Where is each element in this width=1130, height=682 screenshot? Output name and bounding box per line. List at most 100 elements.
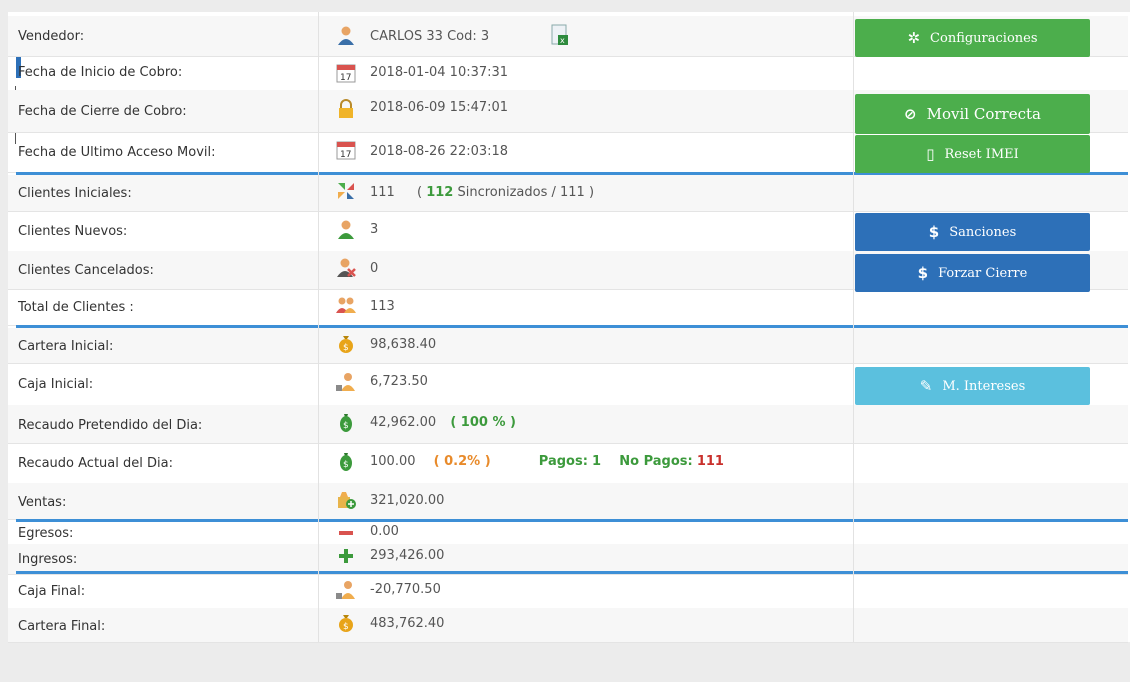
no-pagos-count: 111 [696, 454, 724, 469]
sales-icon [338, 492, 356, 509]
calendar-icon: 17 [336, 64, 356, 83]
vendedor-value: CARLOS 33 Cod: 3 [370, 29, 490, 44]
clientes-iniciales-count: 111 [370, 185, 395, 200]
label-ventas: Ventas: [18, 495, 67, 510]
users-icon [336, 297, 356, 313]
label-egresos: Egresos: [18, 526, 74, 541]
plus-icon [339, 549, 353, 563]
gear-icon: ✲ [907, 29, 921, 47]
row-total-clientes: Total de Clientes : 113 [8, 289, 1128, 326]
dollar-icon: $ [928, 223, 940, 241]
recaudo-pretendido-percent: ( 100 % ) [450, 415, 516, 430]
row-cartera-inicial: Cartera Inicial: $ 98,638.40 [8, 328, 1128, 364]
label-clientes-nuevos: Clientes Nuevos: [18, 224, 128, 239]
sync-text: Sincronizados / 111 ) [457, 185, 595, 200]
fecha-cierre-value: 2018-06-09 15:47:01 [370, 100, 509, 115]
mobile-icon: ▯ [926, 145, 935, 163]
forzar-cierre-button[interactable]: $ Forzar Cierre [855, 254, 1090, 292]
reset-imei-button[interactable]: ▯ Reset IMEI [855, 135, 1090, 173]
recaudo-actual-percent: ( 0.2% ) [433, 454, 491, 469]
fecha-inicio-value: 2018-01-04 10:37:31 [370, 65, 509, 80]
svg-text:$: $ [343, 421, 349, 431]
lock-icon [339, 99, 353, 118]
configuraciones-button[interactable]: ✲ Configuraciones [855, 19, 1090, 57]
label-recaudo-actual: Recaudo Actual del Dia: [18, 456, 173, 471]
label-cartera-final: Cartera Final: [18, 619, 106, 634]
sanciones-label: Sanciones [949, 224, 1017, 240]
intereses-button[interactable]: ✎ M. Intereses [855, 367, 1090, 405]
user-icon [338, 220, 354, 239]
ventas-value: 321,020.00 [370, 493, 445, 508]
row-ventas: Ventas: 321,020.00 [8, 483, 1128, 520]
egresos-value: 0.00 [370, 524, 399, 539]
money-bag-icon: $ [339, 615, 353, 632]
svg-text:x: x [560, 36, 565, 45]
sync-icon [338, 183, 354, 199]
row-egresos: Egresos: 0.00 [8, 522, 1128, 545]
row-clientes-iniciales: Clientes Iniciales: 111 ( 112 Sincroniza… [8, 175, 1128, 212]
configuraciones-label: Configuraciones [930, 30, 1038, 46]
total-clientes-value: 113 [370, 299, 395, 314]
recaudo-pretendido-value: 42,962.00 ( 100 % ) [370, 415, 516, 430]
recaudo-pretendido-amount: 42,962.00 [370, 415, 437, 430]
user-icon [338, 26, 354, 45]
cash-user-icon [336, 373, 355, 391]
money-bag-icon: $ [339, 336, 353, 353]
sanciones-button[interactable]: $ Sanciones [855, 213, 1090, 251]
row-caja-final: Caja Final: -20,770.50 [8, 574, 1128, 609]
check-circle-icon: ⊘ [904, 105, 917, 123]
label-clientes-cancelados: Clientes Cancelados: [18, 263, 154, 278]
pagos-count: 1 [592, 454, 602, 469]
label-cartera-inicial: Cartera Inicial: [18, 339, 114, 354]
money-icon: $ [340, 453, 352, 471]
sync-count: 112 [426, 185, 454, 200]
recaudo-actual-value: 100.00 ( 0.2% ) Pagos: 1 No Pagos: 111 [370, 454, 724, 469]
forzar-cierre-label: Forzar Cierre [938, 265, 1028, 281]
dollar-icon: $ [917, 264, 929, 282]
user-remove-icon [337, 258, 356, 277]
reset-imei-label: Reset IMEI [944, 146, 1019, 162]
minus-icon [339, 531, 353, 535]
clientes-nuevos-value: 3 [370, 222, 379, 237]
cartera-final-value: 483,762.40 [370, 616, 445, 631]
svg-text:$: $ [343, 343, 349, 353]
svg-text:$: $ [343, 460, 349, 470]
label-recaudo-pretendido: Recaudo Pretendido del Dia: [18, 418, 203, 433]
no-pagos-label: No Pagos: [619, 454, 693, 469]
recaudo-actual-amount: 100.00 [370, 454, 416, 469]
clientes-cancelados-value: 0 [370, 261, 379, 276]
clientes-iniciales-value: 111 ( 112 Sincronizados / 111 ) [370, 185, 594, 200]
row-cartera-final: Cartera Final: $ 483,762.40 [8, 608, 1128, 643]
label-caja-final: Caja Final: [18, 584, 86, 599]
label-vendedor: Vendedor: [18, 29, 85, 44]
caja-final-value: -20,770.50 [370, 582, 441, 597]
cash-user-icon [336, 581, 355, 599]
row-recaudo-pretendido: Recaudo Pretendido del Dia: $ 42,962.00 … [8, 405, 1128, 444]
label-ultimo-acceso: Fecha de Ultimo Acceso Movil: [18, 145, 216, 160]
row-fecha-inicio: Fecha de Inicio de Cobro: 17 2018-01-04 … [8, 56, 1128, 91]
ingresos-value: 293,426.00 [370, 548, 445, 563]
calendar-icon: 17 [336, 141, 356, 160]
row-recaudo-actual: Recaudo Actual del Dia: $ 100.00 ( 0.2% … [8, 443, 1128, 484]
ultimo-acceso-value: 2018-08-26 22:03:18 [370, 144, 509, 159]
label-fecha-cierre: Fecha de Cierre de Cobro: [18, 104, 187, 119]
label-fecha-inicio: Fecha de Inicio de Cobro: [18, 65, 183, 80]
money-icon: $ [340, 414, 352, 432]
column-divider [853, 12, 854, 642]
label-clientes-iniciales: Clientes Iniciales: [18, 186, 132, 201]
pagos-label: Pagos: [538, 454, 588, 469]
movil-correcta-label: Movil Correcta [926, 105, 1041, 123]
movil-correcta-button[interactable]: ⊘ Movil Correcta [855, 94, 1090, 134]
caja-inicial-value: 6,723.50 [370, 374, 428, 389]
svg-text:17: 17 [340, 150, 351, 160]
intereses-label: M. Intereses [942, 378, 1026, 394]
column-divider [318, 12, 319, 642]
edit-icon: ✎ [919, 377, 933, 395]
svg-text:17: 17 [340, 73, 351, 83]
excel-icon[interactable]: x [551, 24, 569, 46]
label-total-clientes: Total de Clientes : [18, 300, 134, 315]
cartera-inicial-value: 98,638.40 [370, 337, 437, 352]
label-ingresos: Ingresos: [18, 552, 78, 567]
label-caja-inicial: Caja Inicial: [18, 377, 94, 392]
svg-text:$: $ [343, 622, 349, 632]
